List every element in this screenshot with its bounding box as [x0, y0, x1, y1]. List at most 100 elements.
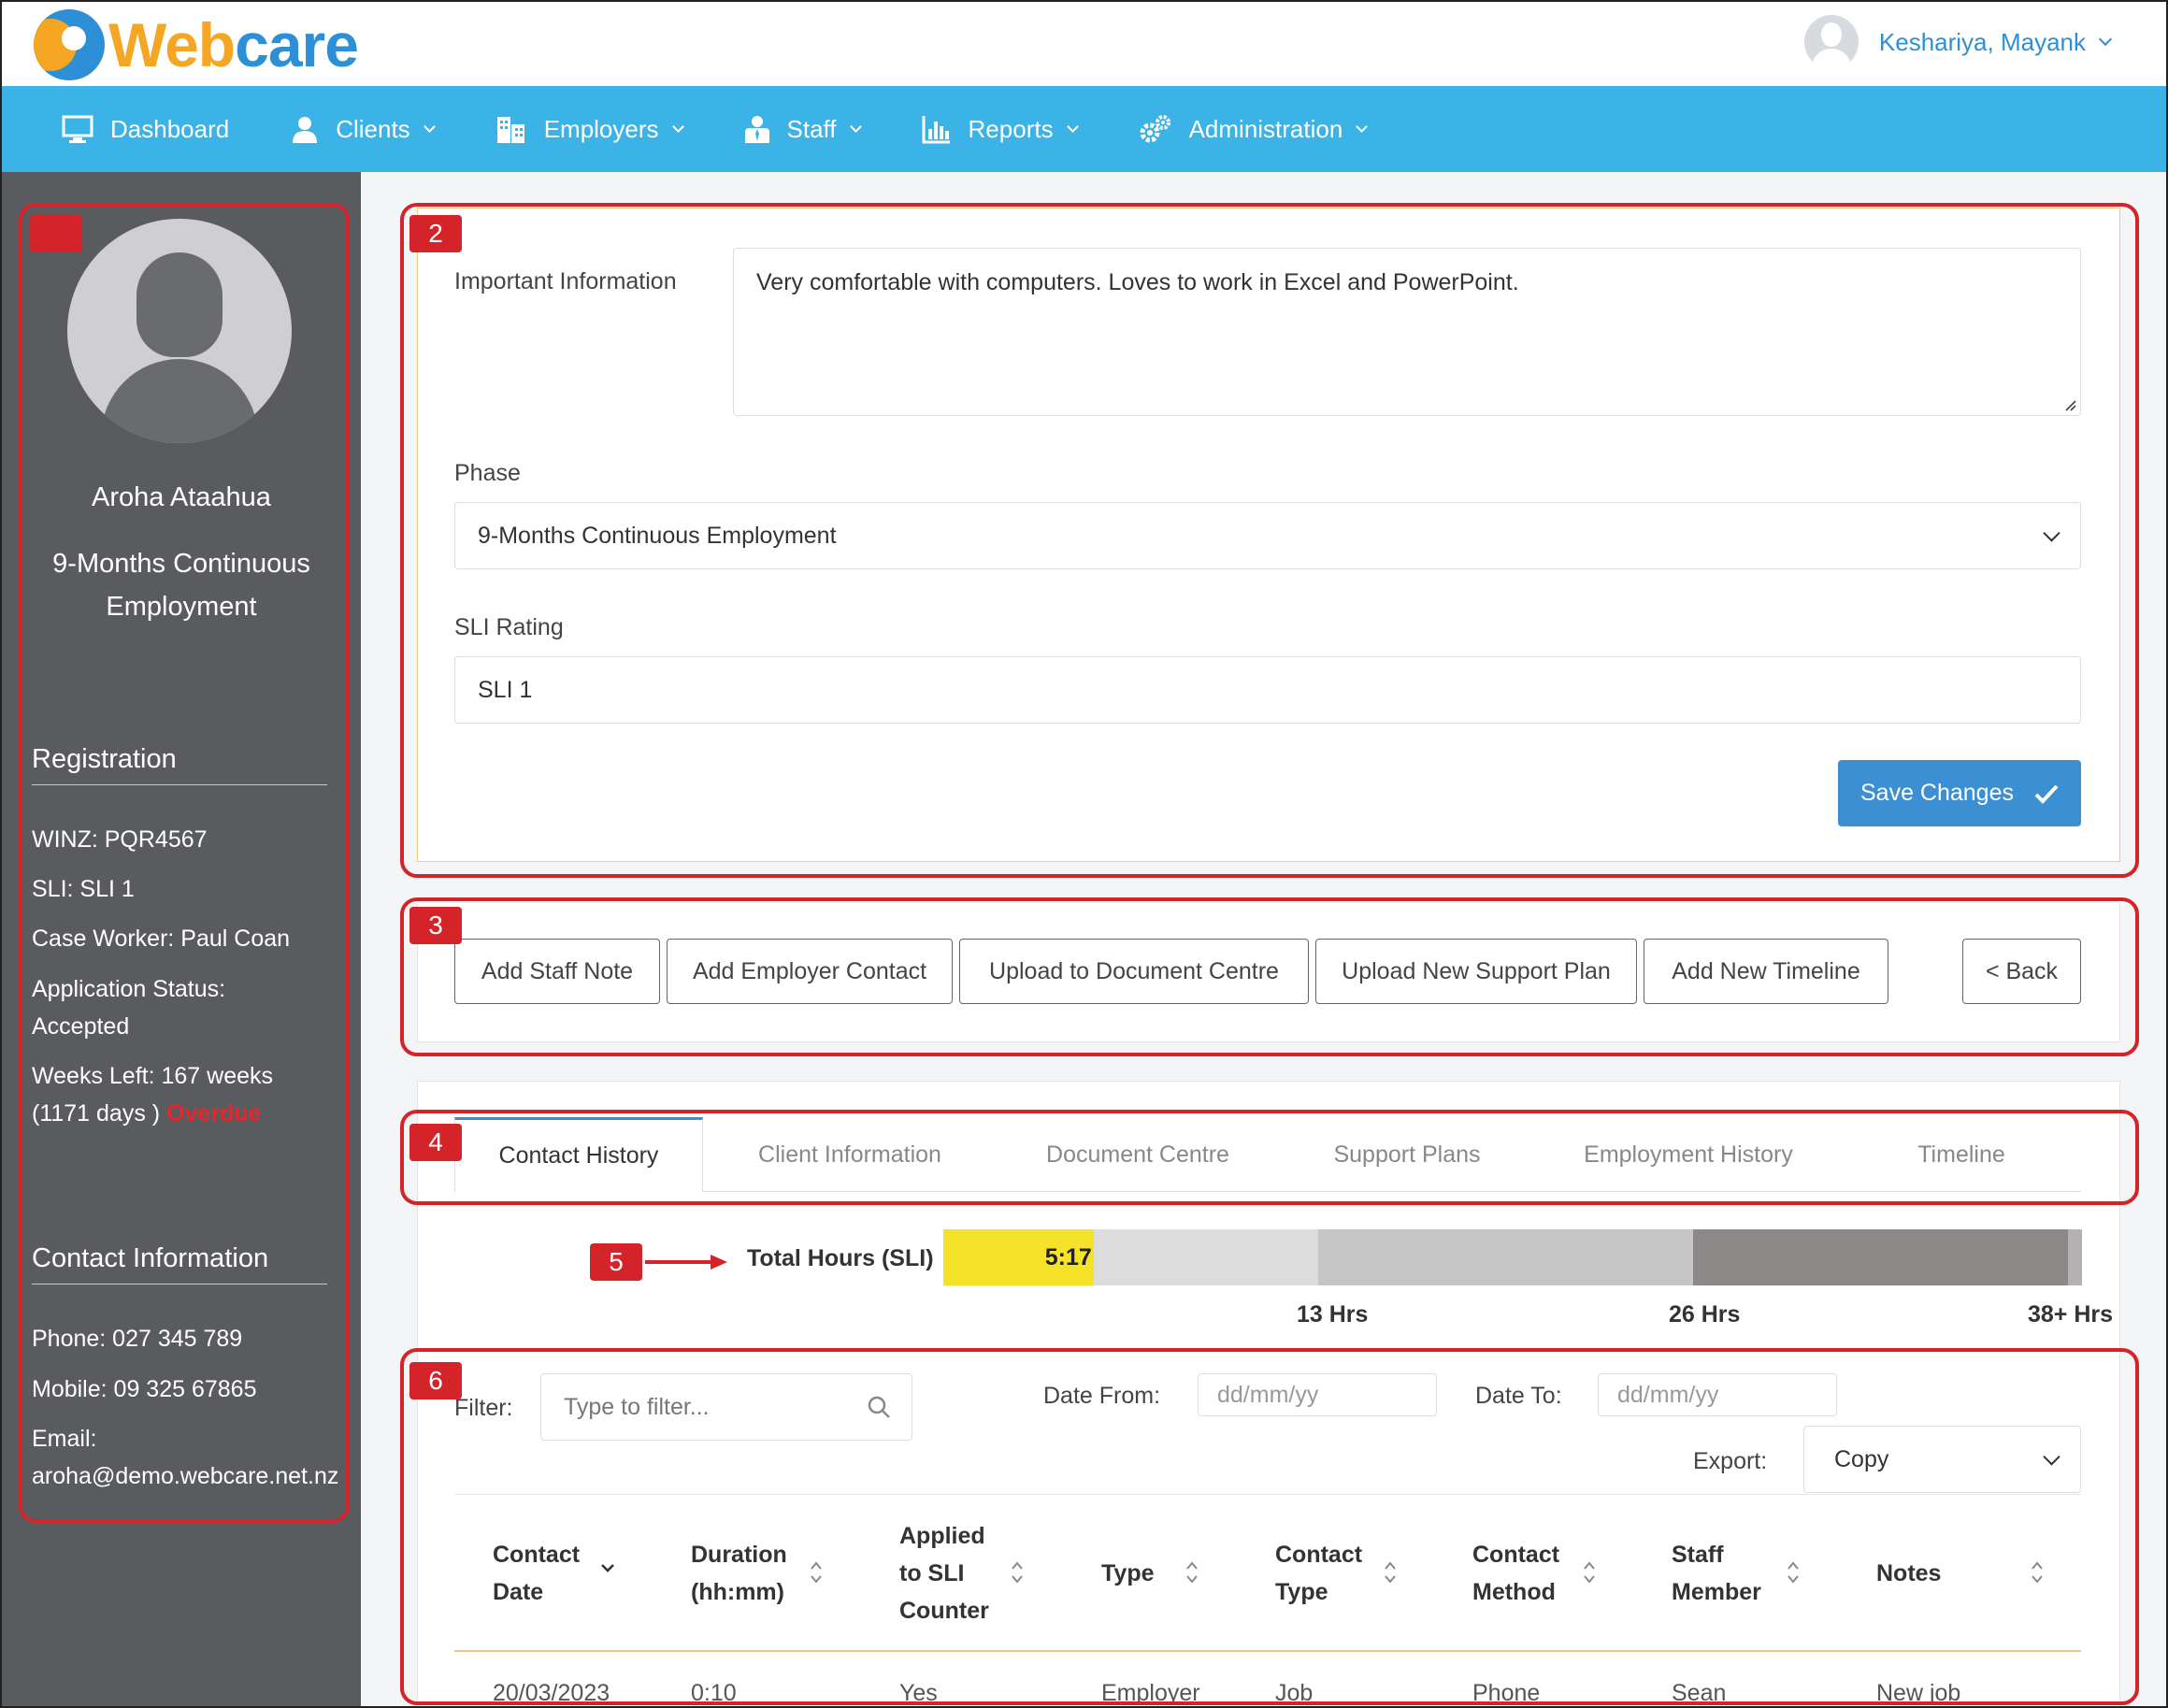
logo-mark-icon — [34, 9, 105, 80]
annotation-badge-4: 4 — [409, 1124, 462, 1161]
winz-number: WINZ: PQR4567 — [32, 826, 208, 853]
sort-desc-icon[interactable] — [600, 1561, 615, 1574]
export-select-value: Copy — [1834, 1445, 1889, 1472]
top-header: Webcare Keshariya, Mayank — [2, 2, 2166, 86]
upload-support-plan-button[interactable]: Upload New Support Plan — [1315, 939, 1637, 1004]
th-contact-method[interactable]: Contact Method — [1472, 1536, 1559, 1611]
tab-document-centre[interactable]: Document Centre — [997, 1117, 1279, 1192]
annotation-badge-1: 1 — [30, 215, 82, 252]
user-name: Keshariya, Mayank — [1878, 27, 2086, 56]
date-from-placeholder: dd/mm/yy — [1217, 1381, 1319, 1408]
nav-dashboard[interactable]: Dashboard — [62, 115, 229, 144]
chevron-down-icon — [2043, 1448, 2060, 1466]
date-to-input[interactable]: dd/mm/yy — [1598, 1373, 1837, 1416]
filter-label: Filter: — [454, 1395, 513, 1421]
add-employer-contact-button[interactable]: Add Employer Contact — [667, 939, 953, 1004]
nav-dashboard-label: Dashboard — [110, 114, 230, 143]
sort-icon[interactable] — [1787, 1560, 1800, 1585]
th-staff-member[interactable]: Staff Member — [1672, 1536, 1761, 1611]
th-duration[interactable]: Duration (hh:mm) — [691, 1536, 787, 1611]
tab-client-information[interactable]: Client Information — [703, 1117, 997, 1192]
client-avatar — [67, 219, 292, 443]
user-menu[interactable]: Keshariya, Mayank — [1803, 15, 2113, 69]
tick-38-hrs: 38+ Hrs — [2028, 1301, 2114, 1328]
weeks-left: Weeks Left: 167 weeks — [32, 1063, 274, 1089]
th-contact-type[interactable]: Contact Type — [1275, 1536, 1362, 1611]
cell-applied-sli: Yes — [899, 1680, 938, 1706]
hours-segment-2 — [1318, 1229, 1693, 1285]
annotation-badge-5: 5 — [590, 1243, 642, 1281]
back-button[interactable]: < Back — [1962, 939, 2081, 1004]
important-info-textarea[interactable]: Very comfortable with computers. Loves t… — [733, 248, 2081, 416]
days-left: (1171 days ) — [32, 1100, 161, 1127]
cell-contact-method: Phone — [1472, 1680, 1541, 1706]
search-icon — [868, 1396, 890, 1418]
chevron-down-icon — [2043, 524, 2060, 542]
nav-employers[interactable]: Employers — [495, 113, 684, 145]
monitor-icon — [62, 115, 93, 143]
sort-icon[interactable] — [810, 1560, 823, 1585]
date-to-placeholder: dd/mm/yy — [1617, 1381, 1719, 1408]
sli-rating-field[interactable]: SLI 1 — [454, 656, 2081, 724]
overdue-badge: Overdue — [166, 1100, 262, 1127]
client-email[interactable]: aroha@demo.webcare.net.nz — [32, 1457, 350, 1495]
sli-rating-label: SLI Rating — [454, 614, 564, 640]
th-applied-sli[interactable]: Applied to SLI Counter — [899, 1517, 989, 1629]
bar-chart-icon — [922, 114, 952, 144]
date-from-input[interactable]: dd/mm/yy — [1198, 1373, 1437, 1416]
sort-icon[interactable] — [1583, 1560, 1596, 1585]
nav-clients[interactable]: Clients — [291, 115, 436, 144]
annotation-badge-6: 6 — [409, 1362, 462, 1399]
sort-icon[interactable] — [1185, 1560, 1199, 1585]
chevron-down-icon — [2098, 32, 2113, 47]
webcare-logo[interactable]: Webcare — [34, 9, 359, 80]
export-select[interactable]: Copy — [1803, 1426, 2081, 1493]
upload-document-button[interactable]: Upload to Document Centre — [959, 939, 1309, 1004]
resize-grip-icon[interactable] — [2061, 396, 2076, 411]
phase-select-value: 9-Months Continuous Employment — [478, 522, 837, 549]
phase-select[interactable]: 9-Months Continuous Employment — [454, 502, 2081, 569]
client-email-label: Email: — [32, 1426, 97, 1452]
case-worker: Case Worker: Paul Coan — [32, 926, 291, 952]
client-name: Aroha Ataahua — [92, 482, 271, 512]
client-phone: Phone: 027 345 789 — [32, 1326, 243, 1352]
th-notes[interactable]: Notes — [1876, 1555, 1941, 1592]
save-changes-button[interactable]: Save Changes — [1838, 760, 2081, 826]
user-icon — [291, 115, 319, 143]
client-mobile: Mobile: 09 325 67865 — [32, 1376, 257, 1402]
total-hours-label: Total Hours (SLI) — [747, 1245, 934, 1271]
th-type[interactable]: Type — [1101, 1555, 1155, 1592]
webcare-window: Webcare Keshariya, Mayank Dashboard Clie… — [0, 0, 2168, 1708]
tab-contact-history[interactable]: Contact History — [454, 1117, 703, 1192]
add-staff-note-button[interactable]: Add Staff Note — [454, 939, 660, 1004]
nav-administration-label: Administration — [1188, 114, 1343, 143]
nav-administration[interactable]: Administration — [1139, 114, 1369, 144]
annotation-badge-3: 3 — [409, 907, 462, 944]
cell-staff-member: Sean — [1672, 1680, 1727, 1706]
th-contact-date[interactable]: Contact Date — [493, 1536, 580, 1611]
sort-icon[interactable] — [1384, 1560, 1397, 1585]
tab-support-plans[interactable]: Support Plans — [1279, 1117, 1535, 1192]
tab-timeline[interactable]: Timeline — [1842, 1117, 2081, 1192]
staff-icon — [744, 115, 770, 143]
add-timeline-button[interactable]: Add New Timeline — [1644, 939, 1888, 1004]
total-hours-progress: 5:17 — [943, 1229, 2082, 1285]
nav-staff[interactable]: Staff — [744, 115, 862, 144]
client-sidebar: Aroha Ataahua 9-Months Continuous Employ… — [2, 172, 361, 1706]
important-info-text: Very comfortable with computers. Loves t… — [756, 269, 1519, 295]
tab-employment-history[interactable]: Employment History — [1535, 1117, 1842, 1192]
building-icon — [495, 113, 527, 145]
filter-input[interactable]: Type to filter... — [540, 1373, 912, 1441]
sort-icon[interactable] — [2031, 1560, 2044, 1585]
cell-notes: New job — [1876, 1680, 1961, 1706]
application-status-value: Accepted — [32, 1013, 130, 1040]
nav-reports[interactable]: Reports — [922, 114, 1079, 144]
client-tabs: Contact History Client Information Docum… — [454, 1117, 2081, 1192]
chevron-down-icon — [671, 120, 684, 133]
client-phase: 9-Months Continuous Employment — [52, 549, 310, 622]
contact-info-heading: Contact Information — [32, 1243, 327, 1285]
sort-icon[interactable] — [1011, 1560, 1024, 1585]
gears-icon — [1139, 114, 1172, 144]
date-from-label: Date From: — [1043, 1383, 1161, 1409]
hours-value: 5:17 — [1044, 1243, 1092, 1270]
